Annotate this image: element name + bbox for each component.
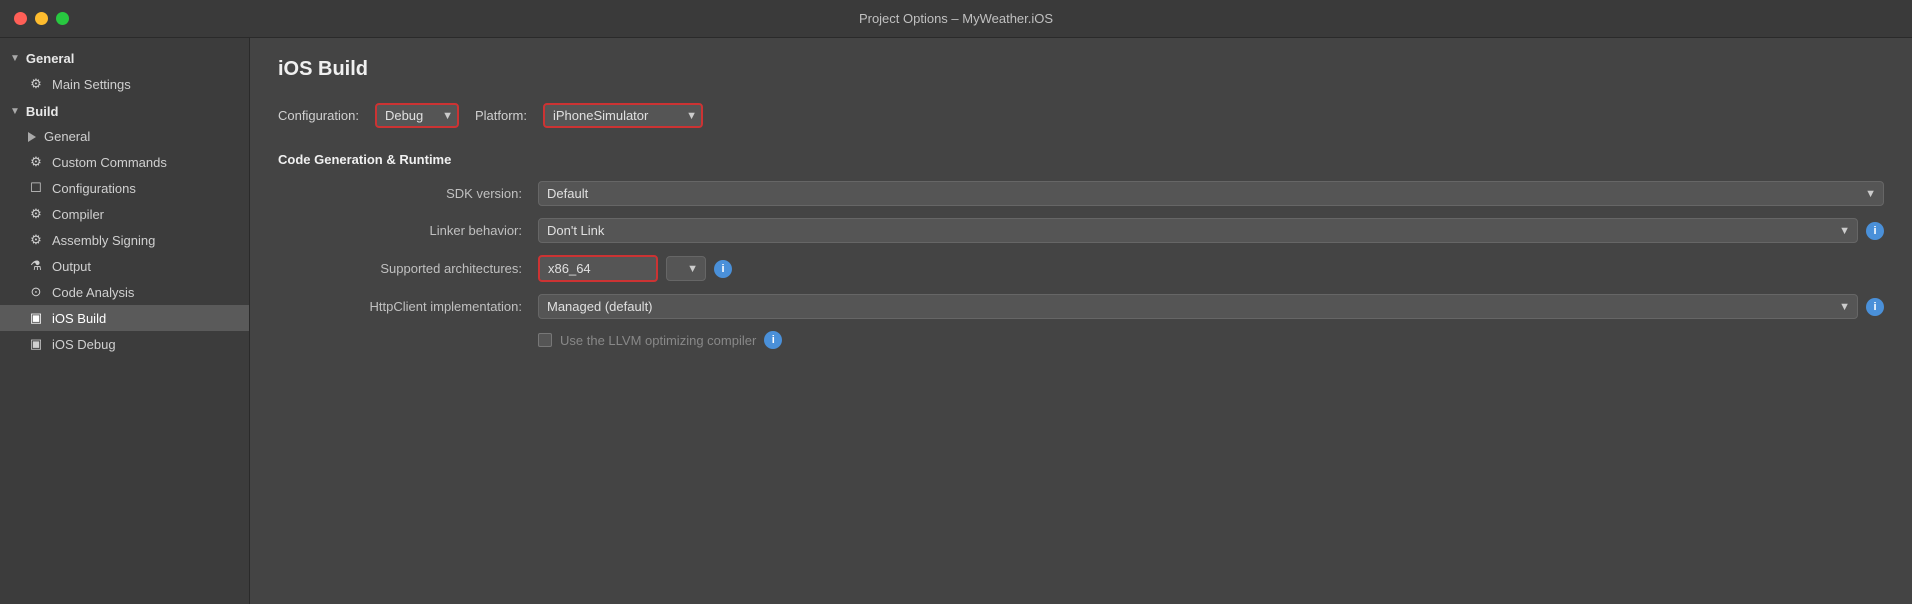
build-general-label: General (44, 129, 90, 144)
content-area: iOS Build Configuration: Debug Release ▼… (250, 38, 1912, 604)
custom-commands-label: Custom Commands (52, 155, 167, 170)
sidebar-section-general: ▼ General ⚙ Main Settings (0, 46, 249, 97)
output-icon: ⚗ (28, 258, 44, 274)
ios-build-label: iOS Build (52, 311, 106, 326)
sidebar-item-configurations[interactable]: ☐ Configurations (0, 175, 249, 201)
assembly-signing-icon: ⚙ (28, 232, 44, 248)
sdk-version-label: SDK version: (278, 186, 538, 201)
llvm-info-button[interactable]: i (764, 331, 782, 349)
code-analysis-label: Code Analysis (52, 285, 134, 300)
httpclient-control: Managed (default) NSUrlSession ▼ i (538, 294, 1884, 319)
llvm-checkbox-label: Use the LLVM optimizing compiler (560, 333, 756, 348)
sidebar-section-build: ▼ Build General ⚙ Custom Commands ☐ Conf… (0, 99, 249, 357)
maximize-button[interactable] (56, 12, 69, 25)
supported-arch-input[interactable] (538, 255, 658, 282)
configuration-row: Configuration: Debug Release ▼ Platform:… (278, 103, 1884, 128)
code-analysis-icon: ⊙ (28, 284, 44, 300)
form-row-sdk-version: SDK version: Default ▼ (278, 181, 1884, 206)
checkbox-row-llvm: Use the LLVM optimizing compiler i (538, 331, 1884, 349)
assembly-signing-label: Assembly Signing (52, 233, 155, 248)
general-arrow-icon: ▼ (10, 53, 20, 64)
main-container: ▼ General ⚙ Main Settings ▼ Build Genera… (0, 38, 1912, 604)
platform-label: Platform: (475, 108, 527, 123)
sidebar-item-custom-commands[interactable]: ⚙ Custom Commands (0, 149, 249, 175)
sidebar-item-output[interactable]: ⚗ Output (0, 253, 249, 279)
triangle-icon (28, 132, 36, 142)
linker-behavior-label: Linker behavior: (278, 223, 538, 238)
compiler-icon: ⚙ (28, 206, 44, 222)
supported-arch-info-button[interactable]: i (714, 260, 732, 278)
window-title: Project Options – MyWeather.iOS (859, 11, 1053, 26)
sidebar-item-assembly-signing[interactable]: ⚙ Assembly Signing (0, 227, 249, 253)
sidebar-item-build-general[interactable]: General (0, 124, 249, 149)
gear-icon: ⚙ (28, 76, 44, 92)
page-title: iOS Build (278, 58, 1884, 81)
supported-arch-select-wrapper: ▼ (666, 256, 706, 281)
form-row-httpclient: HttpClient implementation: Managed (defa… (278, 294, 1884, 319)
platform-select[interactable]: iPhoneSimulator iPhone (543, 103, 703, 128)
supported-arch-label: Supported architectures: (278, 261, 538, 276)
supported-arch-control: ▼ i (538, 255, 1884, 282)
sidebar-general-label: General (26, 51, 74, 66)
sidebar-item-ios-debug[interactable]: ▣ iOS Debug (0, 331, 249, 357)
minimize-button[interactable] (35, 12, 48, 25)
sidebar-build-label: Build (26, 104, 59, 119)
httpclient-info-button[interactable]: i (1866, 298, 1884, 316)
form-row-linker-behavior: Linker behavior: Don't Link Link SDK ass… (278, 218, 1884, 243)
linker-behavior-info-button[interactable]: i (1866, 222, 1884, 240)
httpclient-select[interactable]: Managed (default) NSUrlSession (538, 294, 1858, 319)
close-button[interactable] (14, 12, 27, 25)
custom-commands-icon: ⚙ (28, 154, 44, 170)
sdk-version-select-wrapper: Default ▼ (538, 181, 1884, 206)
httpclient-select-wrapper: Managed (default) NSUrlSession ▼ (538, 294, 1858, 319)
sidebar-item-main-settings[interactable]: ⚙ Main Settings (0, 71, 249, 97)
httpclient-label: HttpClient implementation: (278, 299, 538, 314)
config-select-wrapper: Debug Release ▼ (375, 103, 459, 128)
form-row-supported-arch: Supported architectures: ▼ i (278, 255, 1884, 282)
linker-behavior-control: Don't Link Link SDK assemblies only Link… (538, 218, 1884, 243)
linker-behavior-select-wrapper: Don't Link Link SDK assemblies only Link… (538, 218, 1858, 243)
supported-arch-select[interactable] (666, 256, 706, 281)
sidebar-header-general[interactable]: ▼ General (0, 46, 249, 71)
sidebar-item-code-analysis[interactable]: ⊙ Code Analysis (0, 279, 249, 305)
ios-debug-label: iOS Debug (52, 337, 116, 352)
sidebar-item-compiler[interactable]: ⚙ Compiler (0, 201, 249, 227)
sidebar-item-ios-build[interactable]: ▣ iOS Build (0, 305, 249, 331)
ios-debug-icon: ▣ (28, 336, 44, 352)
config-label: Configuration: (278, 108, 359, 123)
sidebar-header-build[interactable]: ▼ Build (0, 99, 249, 124)
titlebar: Project Options – MyWeather.iOS (0, 0, 1912, 38)
configurations-icon: ☐ (28, 180, 44, 196)
section-header-codegen: Code Generation & Runtime (278, 152, 1884, 167)
sdk-version-select[interactable]: Default (538, 181, 1884, 206)
window-controls[interactable] (14, 12, 69, 25)
llvm-checkbox[interactable] (538, 333, 552, 347)
platform-select-wrapper: iPhoneSimulator iPhone ▼ (543, 103, 703, 128)
linker-behavior-select[interactable]: Don't Link Link SDK assemblies only Link… (538, 218, 1858, 243)
output-label: Output (52, 259, 91, 274)
main-settings-label: Main Settings (52, 77, 131, 92)
compiler-label: Compiler (52, 207, 104, 222)
sidebar: ▼ General ⚙ Main Settings ▼ Build Genera… (0, 38, 250, 604)
configurations-label: Configurations (52, 181, 136, 196)
build-arrow-icon: ▼ (10, 106, 20, 117)
configuration-select[interactable]: Debug Release (375, 103, 459, 128)
sdk-version-control: Default ▼ (538, 181, 1884, 206)
ios-build-icon: ▣ (28, 310, 44, 326)
